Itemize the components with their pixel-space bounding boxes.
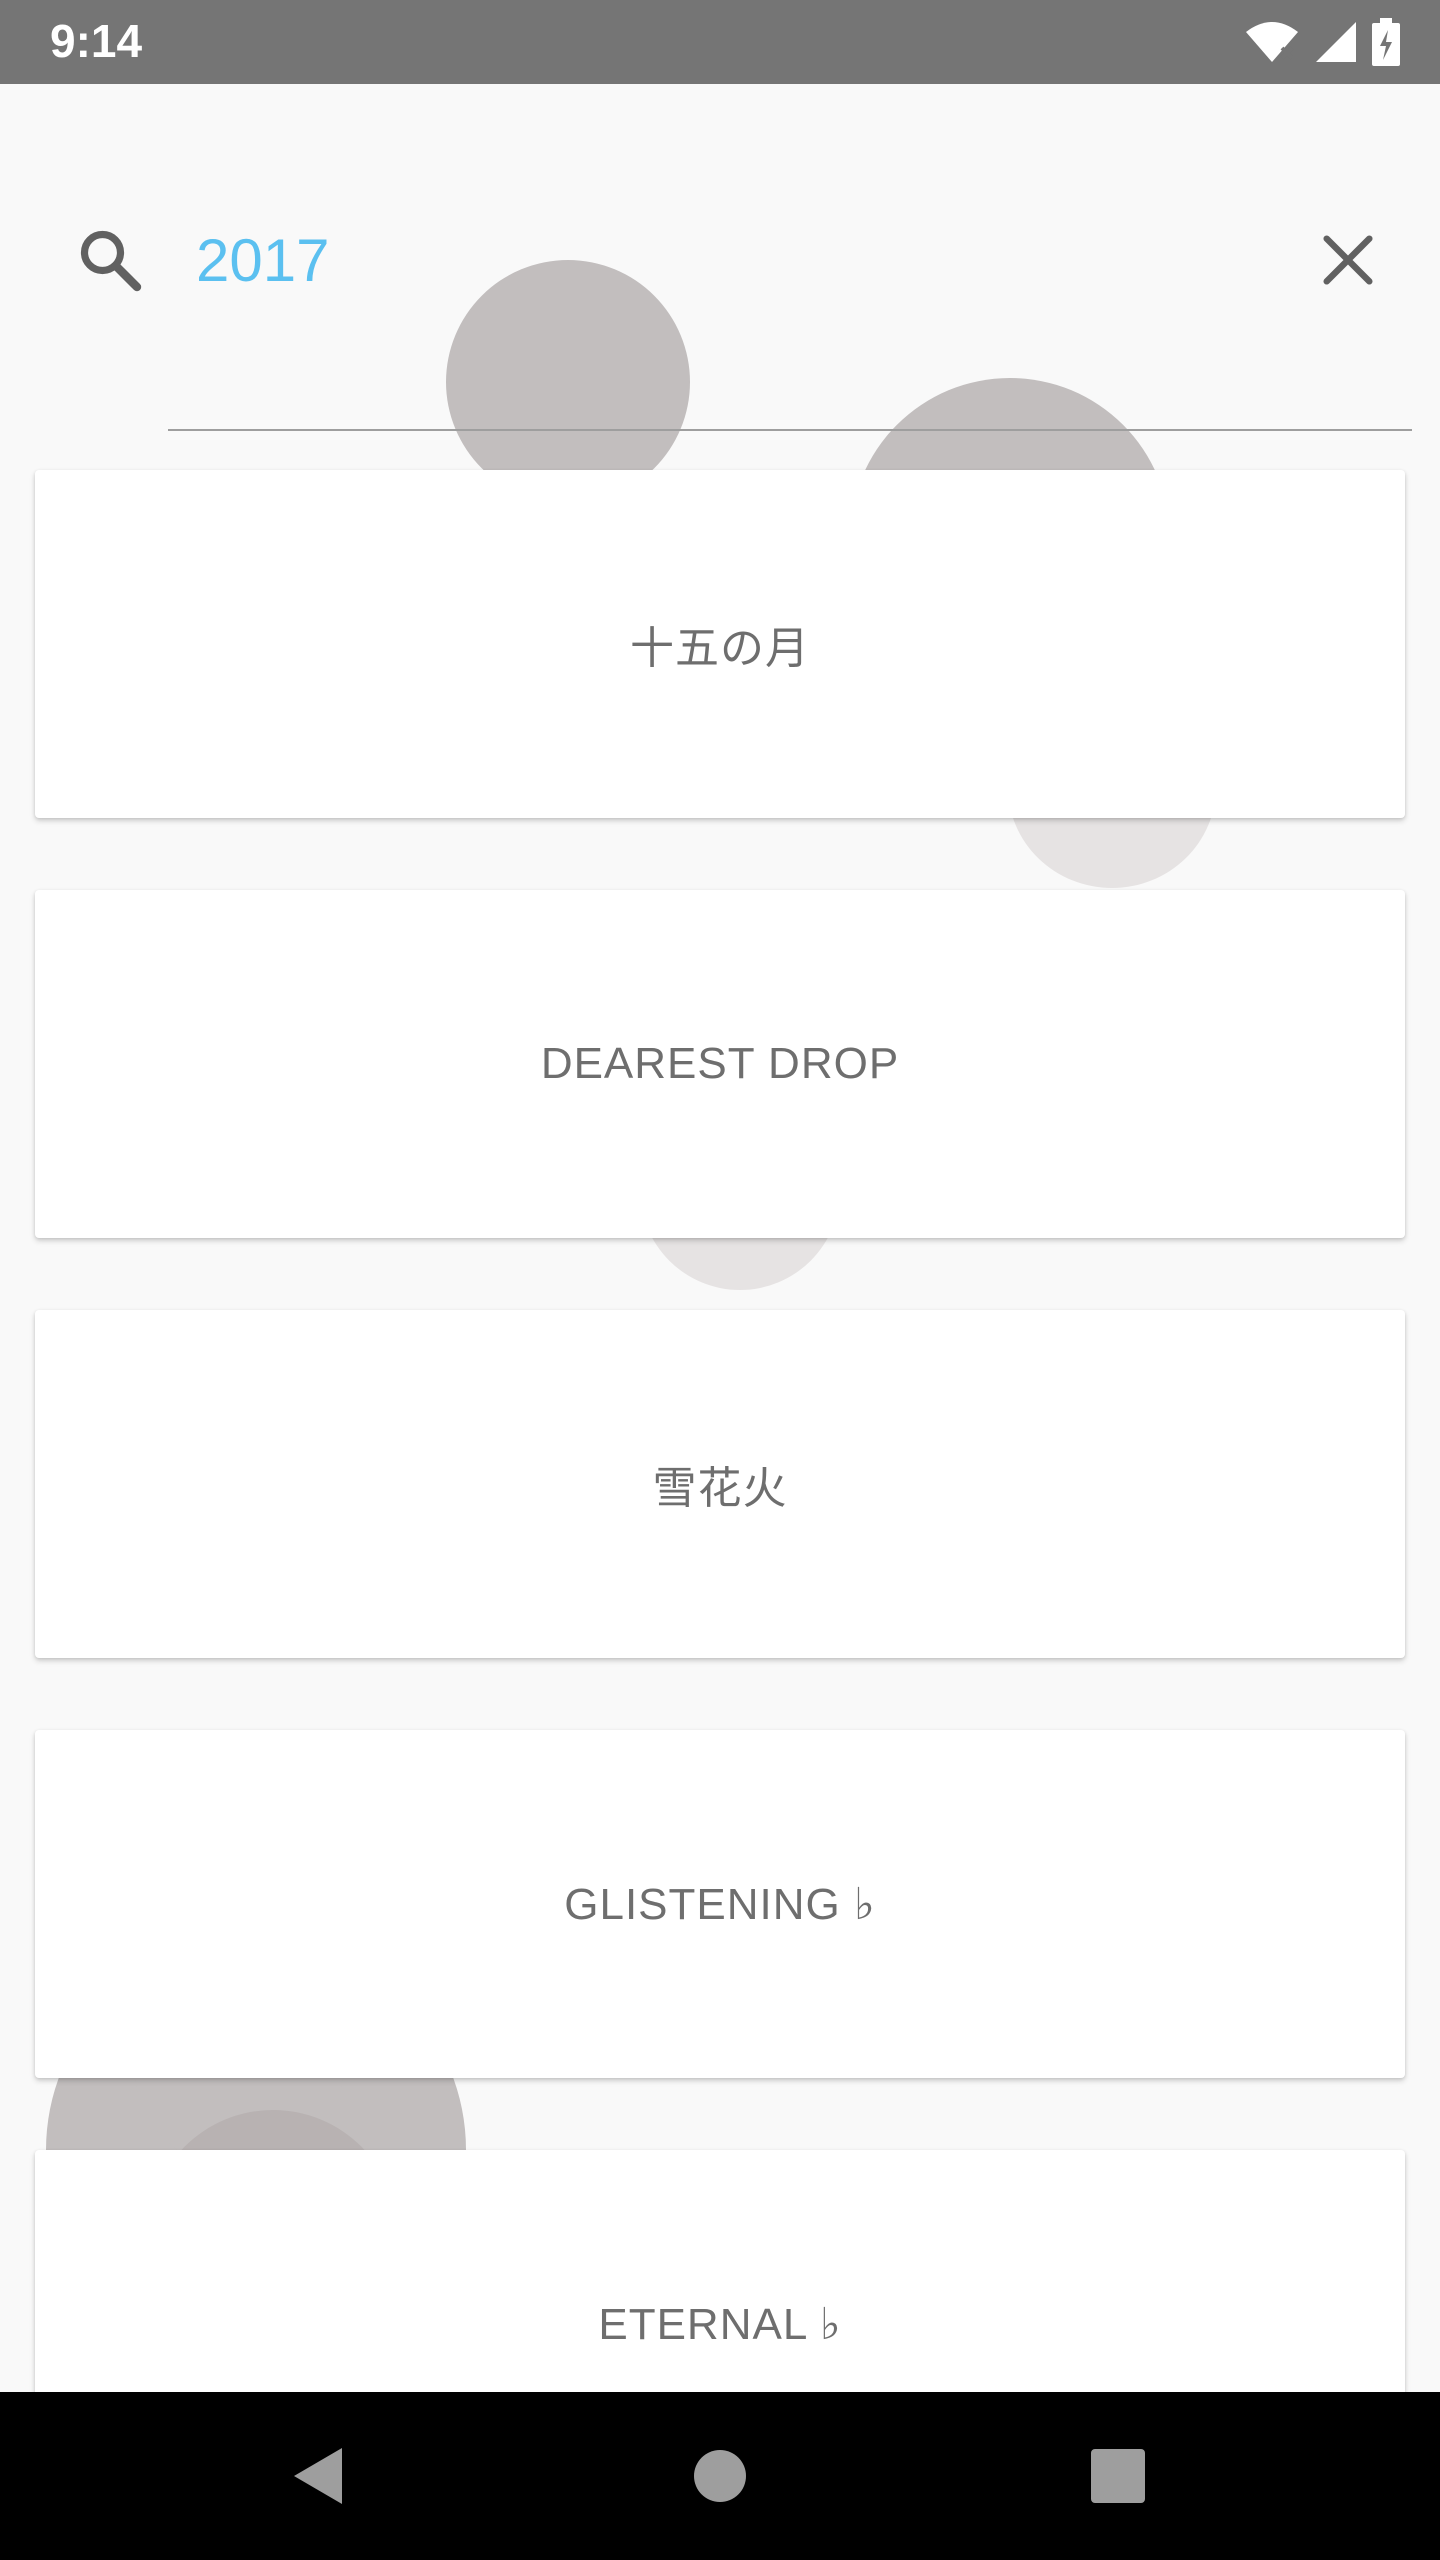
back-triangle-icon[interactable] (282, 2440, 354, 2512)
status-bar: 9:14 (0, 0, 1440, 84)
result-title: DEAREST DROP (540, 1039, 900, 1088)
wifi-icon (1246, 22, 1298, 62)
result-card[interactable]: 十五の月 (35, 470, 1405, 818)
search-input[interactable] (196, 220, 1196, 300)
recents-square-icon[interactable] (1082, 2440, 1154, 2512)
status-icons (1244, 16, 1400, 68)
search-icon[interactable] (74, 224, 146, 296)
result-card[interactable]: DEAREST DROP (35, 890, 1405, 1238)
result-card[interactable]: GLISTENING ♭ (35, 1730, 1405, 2078)
home-circle-icon[interactable] (684, 2440, 756, 2512)
battery-icon (1372, 18, 1400, 66)
result-title: GLISTENING ♭ (564, 1879, 876, 1929)
search-bar (0, 190, 1440, 330)
result-title: 雪花火 (652, 1464, 788, 1513)
status-time: 9:14 (50, 15, 143, 67)
close-icon[interactable] (1316, 228, 1380, 292)
result-card[interactable]: 雪花火 (35, 1310, 1405, 1658)
signal-icon (1316, 22, 1356, 62)
search-underline (168, 429, 1412, 431)
navigation-bar (0, 2392, 1440, 2560)
result-title: 十五の月 (630, 624, 810, 673)
result-title: ETERNAL ♭ (598, 2299, 842, 2349)
